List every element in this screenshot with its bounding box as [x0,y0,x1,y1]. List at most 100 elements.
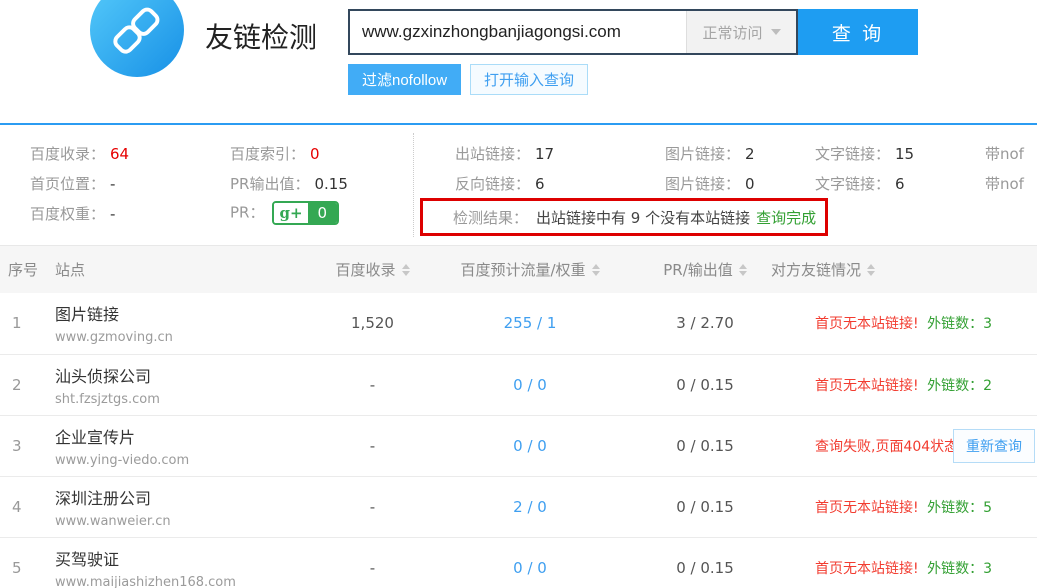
query-button[interactable]: 查 询 [798,9,918,55]
stat-text-links-out: 文字链接：15 [815,143,914,164]
sort-icon[interactable] [402,264,410,276]
outlink-count: 外链数：3 [927,316,992,332]
table-row: 2 汕头侦探公司 sht.fzsjztgs.com - 0 / 0 0 / 0.… [0,354,1037,415]
site-cell: 图片链接 www.gzmoving.cn [45,293,330,354]
pr-output-cell: 0 / 0.15 [645,537,765,588]
col-header-traffic-weight[interactable]: 百度预计流量/权重 [415,246,645,293]
pr-output-cell: 0 / 0.15 [645,415,765,476]
google-pr-badge: g+0 [272,201,339,225]
stat-pr: PR：g+0 [230,201,339,225]
pr-output-cell: 0 / 0.15 [645,476,765,537]
row-index: 4 [0,476,45,537]
search-box: 正常访问 [348,9,798,55]
site-cell: 汕头侦探公司 sht.fzsjztgs.com [45,354,330,415]
sub-buttons: 过滤nofollow 打开输入查询 [348,64,588,95]
chain-link-icon [90,0,184,77]
results-table: 序号 站点 百度收录 百度预计流量/权重 PR/输出值 对方友链情况 [0,245,1037,588]
col-header-baidu-included[interactable]: 百度收录 [330,246,415,293]
result-status: 查询完成 [756,207,816,228]
table-row: 5 买驾驶证 www.maijiashizhen168.com - 0 / 0 … [0,537,1037,588]
baidu-included-cell: - [330,537,415,588]
pr-output-cell: 3 / 2.70 [645,293,765,354]
traffic-weight-cell: 0 / 0 [415,537,645,588]
status-warning: 首页无本站链接! [815,316,919,332]
traffic-weight-cell: 0 / 0 [415,354,645,415]
col-header-pr-output[interactable]: PR/输出值 [645,246,765,293]
result-text: 出站链接中有 9 个没有本站链接 [536,207,750,228]
link-status-cell: 首页无本站链接! 外链数：3 [765,293,1037,354]
baidu-included-cell: - [330,476,415,537]
stat-nofollow-out: 带nof [985,143,1024,164]
site-name: 汕头侦探公司 [55,363,330,387]
row-index: 3 [0,415,45,476]
row-index: 2 [0,354,45,415]
result-label: 检测结果： [453,207,528,228]
site-url: www.wanweier.cn [55,514,330,529]
traffic-weight-link[interactable]: 0 / 0 [513,376,547,394]
chevron-down-icon [771,29,781,35]
traffic-weight-link[interactable]: 0 / 0 [513,437,547,455]
baidu-included-cell: - [330,415,415,476]
site-cell: 企业宣传片 www.ying-viedo.com [45,415,330,476]
traffic-weight-link[interactable]: 2 / 0 [513,498,547,516]
row-index: 1 [0,293,45,354]
detection-result-box: 检测结果： 出站链接中有 9 个没有本站链接 查询完成 [420,198,828,236]
col-header-site: 站点 [45,246,330,293]
access-mode-value: 正常访问 [702,22,762,43]
outlink-count: 外链数：3 [927,561,992,577]
link-status-cell: 首页无本站链接! 外链数：5 [765,476,1037,537]
outlink-count: 外链数：5 [927,500,992,516]
sort-icon[interactable] [867,264,875,276]
site-url: www.gzmoving.cn [55,330,330,345]
col-header-link-status[interactable]: 对方友链情况 [765,246,1037,293]
open-input-query-button[interactable]: 打开输入查询 [470,64,588,95]
table-row: 3 企业宣传片 www.ying-viedo.com - 0 / 0 0 / 0… [0,415,1037,476]
page-title: 友链检测 [205,16,317,56]
sort-icon[interactable] [739,264,747,276]
filter-nofollow-button[interactable]: 过滤nofollow [348,64,461,95]
stat-outbound-links: 出站链接：17 [455,143,554,164]
status-warning: 首页无本站链接! [815,378,919,394]
link-status-cell: 查询失败,页面404状态! 重新查询 [765,415,1037,476]
baidu-included-cell: - [330,354,415,415]
stat-backlinks: 反向链接：6 [455,173,545,194]
site-name: 图片链接 [55,301,330,325]
pr-output-cell: 0 / 0.15 [645,354,765,415]
status-warning: 查询失败,页面404状态! [815,439,964,455]
stats-panel: 百度收录：64 首页位置：- 百度权重：- 百度索引：0 PR输出值：0.15 … [0,125,1037,247]
outlink-count: 外链数：2 [927,378,992,394]
traffic-weight-cell: 2 / 0 [415,476,645,537]
url-input[interactable] [350,11,686,53]
site-url: sht.fzsjztgs.com [55,392,330,407]
access-mode-dropdown[interactable]: 正常访问 [686,11,796,53]
sort-icon[interactable] [592,264,600,276]
traffic-weight-link[interactable]: 255 / 1 [504,314,557,332]
site-name: 买驾驶证 [55,546,330,570]
site-name: 企业宣传片 [55,424,330,448]
table-row: 4 深圳注册公司 www.wanweier.cn - 2 / 0 0 / 0.1… [0,476,1037,537]
traffic-weight-link[interactable]: 0 / 0 [513,559,547,577]
stat-baidu-included: 百度收录：64 [30,143,129,164]
row-index: 5 [0,537,45,588]
site-cell: 买驾驶证 www.maijiashizhen168.com [45,537,330,588]
traffic-weight-cell: 255 / 1 [415,293,645,354]
stats-separator [413,133,414,237]
baidu-included-cell: 1,520 [330,293,415,354]
site-name: 深圳注册公司 [55,485,330,509]
traffic-weight-cell: 0 / 0 [415,415,645,476]
link-status-cell: 首页无本站链接! 外链数：3 [765,537,1037,588]
col-header-index: 序号 [0,246,45,293]
search-bar: 正常访问 查 询 [348,9,918,55]
stat-pr-output: PR输出值：0.15 [230,173,348,194]
stat-baidu-index: 百度索引：0 [230,143,320,164]
friend-link-checker-page: 友链检测 正常访问 查 询 过滤nofollow 打开输入查询 百度收录：64 … [0,0,1037,588]
stat-home-position: 首页位置：- [30,173,115,194]
status-warning: 首页无本站链接! [815,561,919,577]
table-row: 1 图片链接 www.gzmoving.cn 1,520 255 / 1 3 /… [0,293,1037,354]
site-url: www.maijiashizhen168.com [55,575,330,588]
stat-text-links-back: 文字链接：6 [815,173,905,194]
link-status-cell: 首页无本站链接! 外链数：2 [765,354,1037,415]
requery-button[interactable]: 重新查询 [953,429,1035,463]
site-cell: 深圳注册公司 www.wanweier.cn [45,476,330,537]
stat-baidu-weight: 百度权重：- [30,203,115,224]
